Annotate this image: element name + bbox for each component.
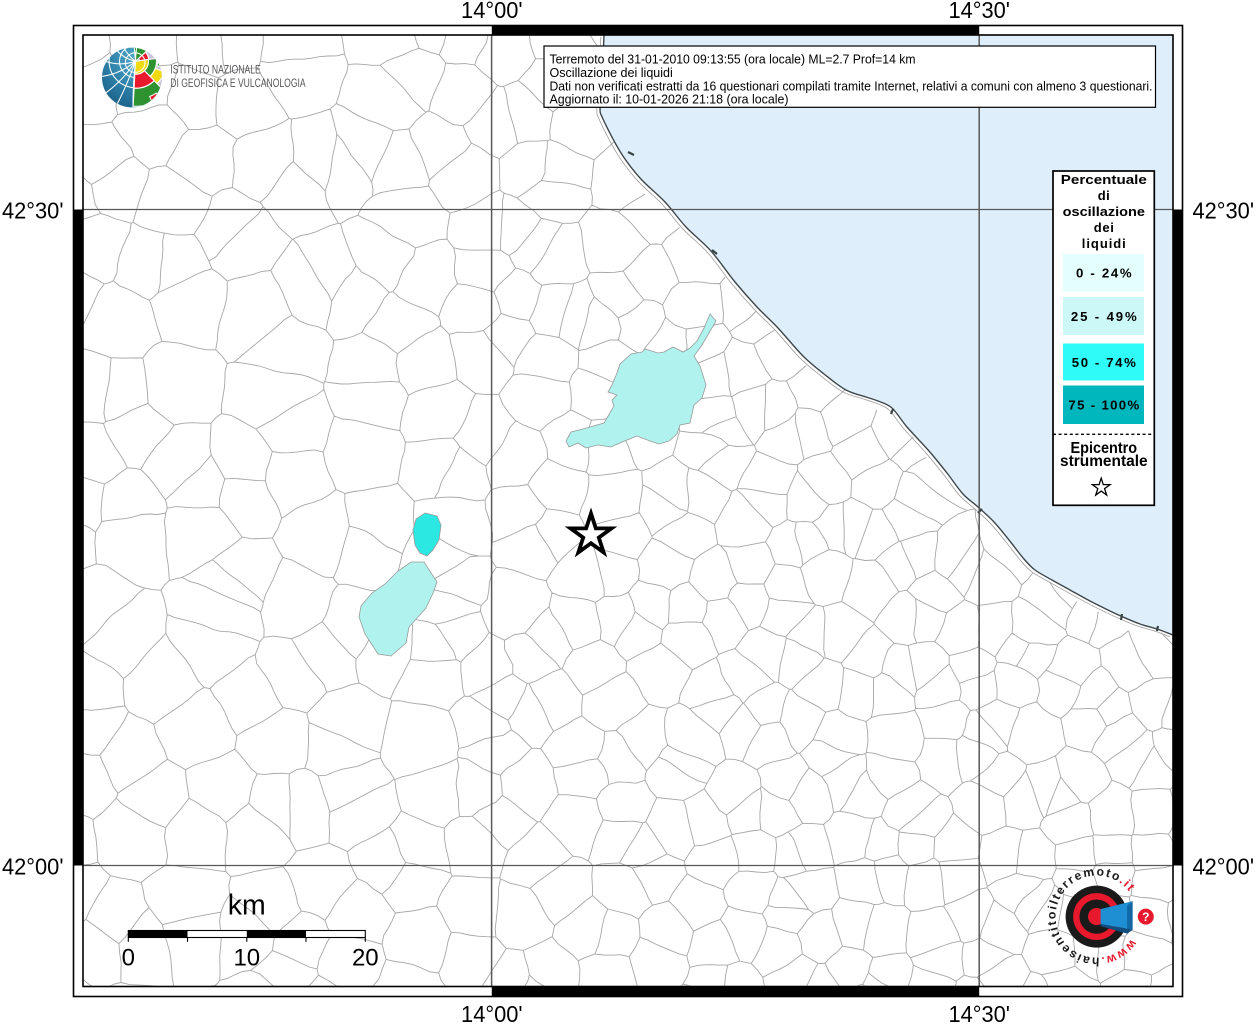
svg-text:50 - 74%: 50 - 74% [1072, 355, 1136, 370]
svg-text:75 - 100%: 75 - 100% [1068, 398, 1139, 413]
svg-text:42°30': 42°30' [2, 198, 64, 224]
svg-text:20: 20 [352, 945, 379, 972]
svg-text:strumentale: strumentale [1060, 453, 1148, 470]
svg-text:14°30': 14°30' [948, 1001, 1010, 1024]
svg-text:42°30': 42°30' [1193, 198, 1255, 224]
svg-text:25 - 49%: 25 - 49% [1071, 309, 1137, 324]
svg-text:liquidi: liquidi [1082, 236, 1126, 251]
svg-text:14°00': 14°00' [461, 0, 523, 23]
svg-text:14°00': 14°00' [461, 1001, 523, 1024]
svg-text:0 - 24%: 0 - 24% [1076, 266, 1132, 281]
svg-text:10: 10 [233, 945, 260, 972]
svg-text:14°30': 14°30' [948, 0, 1010, 23]
svg-text:oscillazione: oscillazione [1063, 204, 1145, 219]
svg-text:di: di [1098, 188, 1110, 203]
svg-text:Percentuale: Percentuale [1061, 172, 1147, 187]
svg-text:?: ? [1142, 910, 1149, 924]
svg-text:42°00': 42°00' [1193, 854, 1255, 880]
svg-text:km: km [228, 890, 266, 922]
svg-text:DI GEOFISICA E VULCANOLOGIA: DI GEOFISICA E VULCANOLOGIA [170, 78, 306, 90]
svg-text:ISTITUTO NAZIONALE: ISTITUTO NAZIONALE [170, 64, 261, 76]
svg-text:Aggiornato il: 10-01-2026 21:1: Aggiornato il: 10-01-2026 21:18 (ora loc… [550, 92, 789, 107]
svg-text:42°00': 42°00' [2, 854, 64, 880]
svg-text:dei: dei [1094, 220, 1114, 235]
svg-text:0: 0 [122, 945, 135, 972]
